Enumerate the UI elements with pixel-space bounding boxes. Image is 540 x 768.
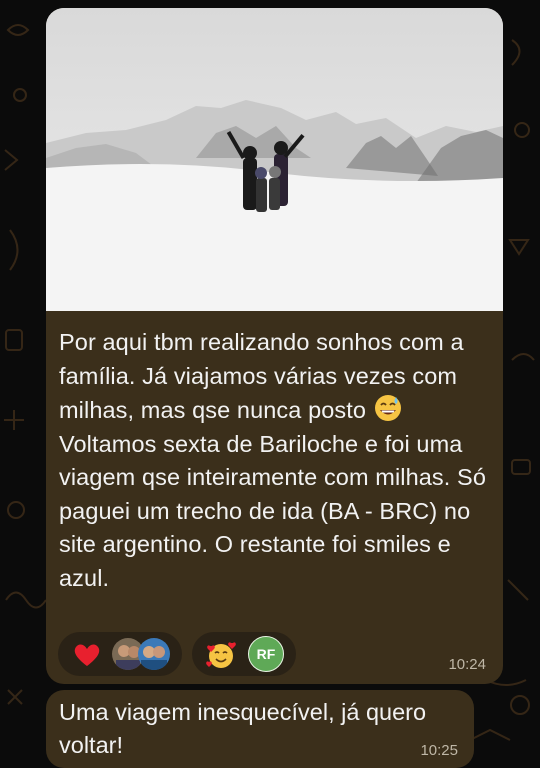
incoming-message-bubble-2[interactable]: Uma viagem inesquecível, já quero voltar…: [46, 690, 474, 768]
reactor-avatar-rf[interactable]: RF: [248, 636, 284, 672]
snowy-mountain-family-photo[interactable]: [46, 8, 503, 311]
reactor-avatar-2[interactable]: [138, 638, 170, 670]
sweat-smile-emoji-icon: [373, 393, 403, 423]
message-paragraph-1: Por aqui tbm realizando sonhos com a fam…: [59, 329, 464, 423]
heart-reaction-pill[interactable]: [58, 632, 182, 676]
heart-emoji-icon: [73, 642, 101, 673]
message-text: Por aqui tbm realizando sonhos com a fam…: [59, 326, 489, 595]
message-paragraph-2: Voltamos sexta de Bariloche e foi uma vi…: [59, 430, 486, 591]
message-time: 10:24: [448, 656, 486, 673]
love-reaction-pill[interactable]: RF: [192, 632, 296, 676]
message-text-2: Uma viagem inesquecível, já quero voltar…: [59, 699, 427, 758]
incoming-message-bubble[interactable]: Por aqui tbm realizando sonhos com a fam…: [46, 8, 503, 684]
message-time-2: 10:25: [420, 742, 458, 759]
smiling-face-with-hearts-icon: [206, 640, 236, 675]
